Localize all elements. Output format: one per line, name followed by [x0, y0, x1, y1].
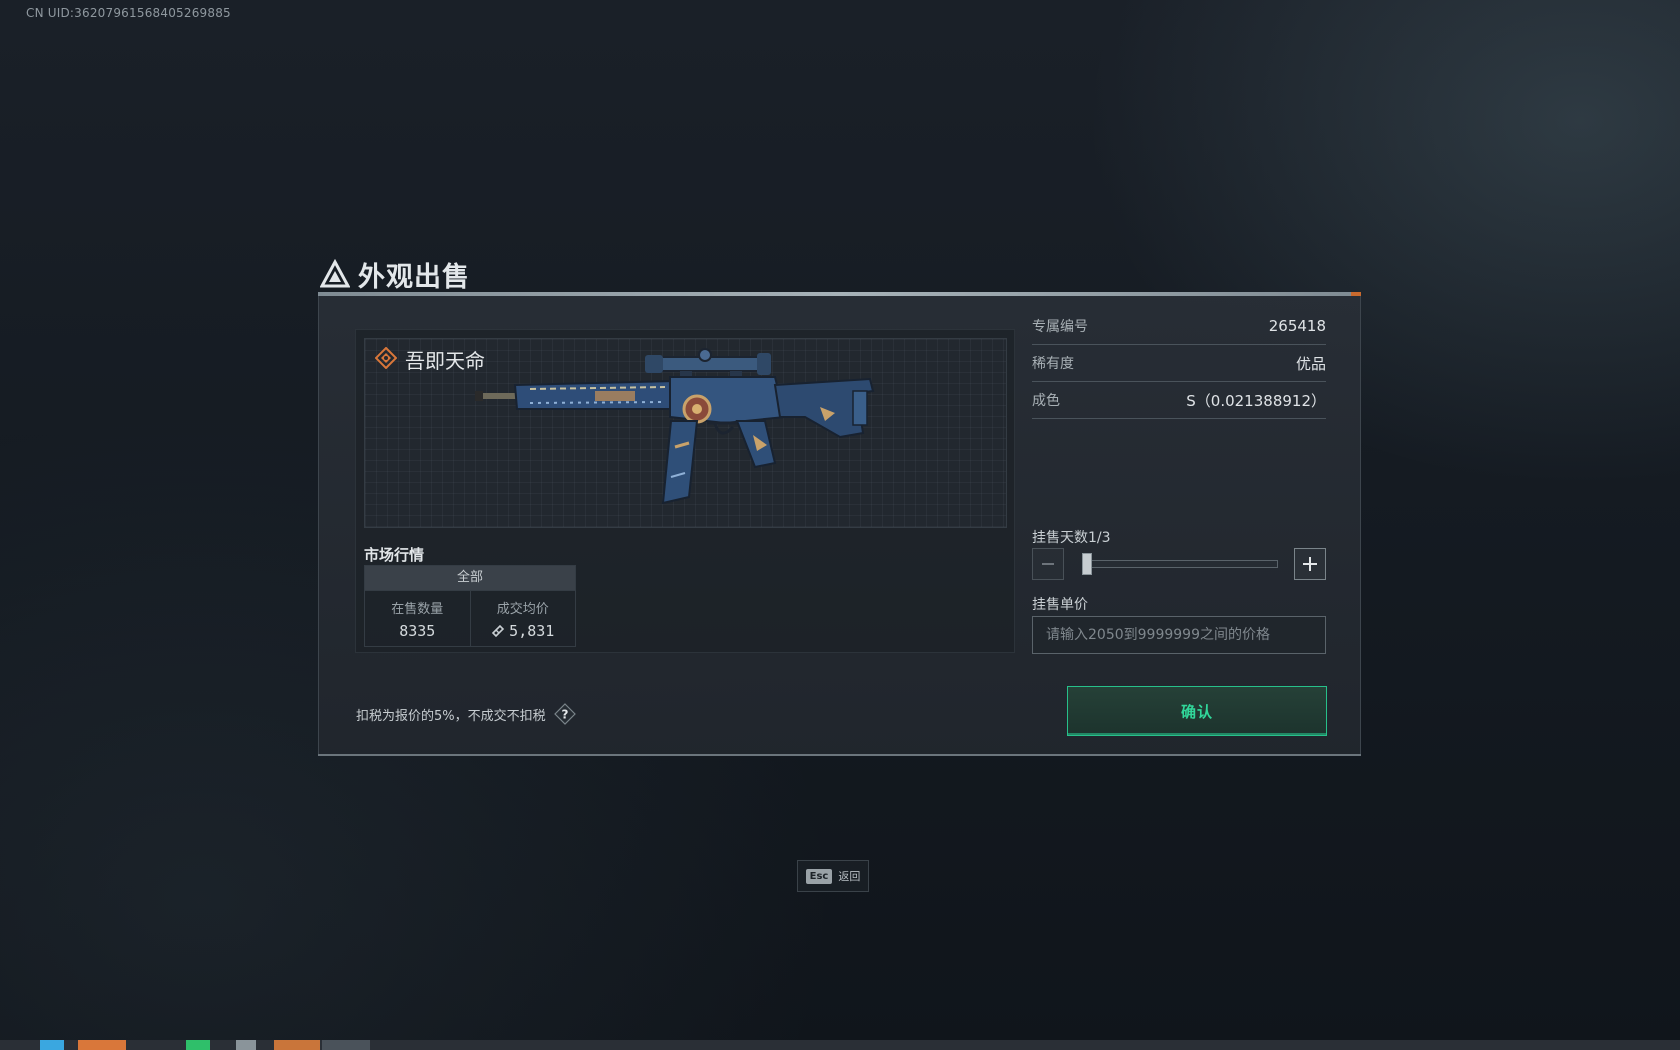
avg-price-cell: 成交均价 5,831: [469, 591, 576, 647]
taskbar-app-icon[interactable]: [236, 1040, 256, 1050]
listing-count-cell: 在售数量 8335: [365, 591, 470, 647]
confirm-button[interactable]: 确认: [1067, 686, 1327, 736]
taskbar: [0, 1040, 1680, 1050]
esc-key-icon: Esc: [805, 868, 833, 884]
serial-row: 专属编号 265418: [1032, 308, 1326, 345]
days-slider[interactable]: [1082, 560, 1278, 568]
tax-note-text: 扣税为报价的5%，不成交不扣税: [356, 708, 546, 724]
days-slider-handle[interactable]: [1082, 553, 1092, 575]
taskbar-app-icon[interactable]: [40, 1040, 64, 1050]
rarity-row: 稀有度 优品: [1032, 345, 1326, 382]
wear-label: 成色: [1032, 393, 1060, 409]
market-table: 全部 在售数量 8335 成交均价 5,831: [364, 565, 576, 647]
esc-back-label: 返回: [838, 870, 861, 883]
listing-count-label: 在售数量: [391, 602, 444, 617]
wear-row: 成色 S（0.021388912）: [1032, 382, 1326, 419]
plus-icon: [1303, 557, 1317, 571]
item-name: 吾即天命: [405, 349, 485, 373]
market-title: 市场行情: [364, 546, 425, 564]
listing-count-value: 8335: [399, 622, 436, 640]
market-tab-all[interactable]: 全部: [365, 566, 575, 591]
taskbar-app-icon[interactable]: [186, 1040, 210, 1050]
weapon-image: [475, 348, 875, 505]
ticket-icon: [491, 624, 505, 642]
page-title: 外观出售: [358, 261, 470, 293]
taskbar-app-icon[interactable]: [78, 1040, 126, 1050]
rarity-label: 稀有度: [1032, 356, 1074, 372]
dialog-bottom-line: [318, 754, 1361, 756]
days-decrease-button[interactable]: [1032, 548, 1064, 580]
avg-price-value: 5,831: [509, 622, 555, 640]
wear-value: S（0.021388912）: [1186, 391, 1326, 410]
days-increase-button[interactable]: [1294, 548, 1326, 580]
dialog-title: 外观出售: [319, 256, 470, 293]
dialog-top-bar: [318, 292, 1361, 296]
minus-icon: [1042, 563, 1054, 565]
avg-price-label: 成交均价: [496, 602, 549, 617]
item-preview: 吾即天命: [364, 338, 1007, 528]
serial-label: 专属编号: [1032, 319, 1088, 335]
taskbar-app-icon[interactable]: [274, 1040, 320, 1050]
unit-price-input[interactable]: [1032, 616, 1326, 654]
rarity-value: 优品: [1295, 354, 1326, 373]
esc-back-button[interactable]: Esc 返回: [797, 860, 869, 892]
diamond-rarity-icon: [374, 346, 398, 373]
avg-price-row: 5,831: [471, 622, 576, 642]
unit-price-label: 挂售单价: [1032, 597, 1088, 613]
item-name-row: 吾即天命: [374, 345, 485, 374]
sell-skin-dialog: 吾即天命 市场行情 全部 在售数量 8335 成交均价 5,831 专属编号 2…: [318, 292, 1361, 756]
help-icon[interactable]: ?: [553, 703, 576, 725]
tax-note: 扣税为报价的5%，不成交不扣税 ?: [356, 703, 576, 725]
triangle-logo-icon: [319, 258, 351, 289]
taskbar-app-icon[interactable]: [322, 1040, 370, 1050]
item-panel: 吾即天命 市场行情 全部 在售数量 8335 成交均价 5,831: [355, 329, 1015, 653]
uid-label: CN UID:362079615684052698​85: [26, 6, 231, 20]
svg-text:?: ?: [561, 708, 568, 722]
serial-value: 265418: [1268, 317, 1326, 335]
listing-days-label: 挂售天数1/3: [1032, 530, 1111, 546]
